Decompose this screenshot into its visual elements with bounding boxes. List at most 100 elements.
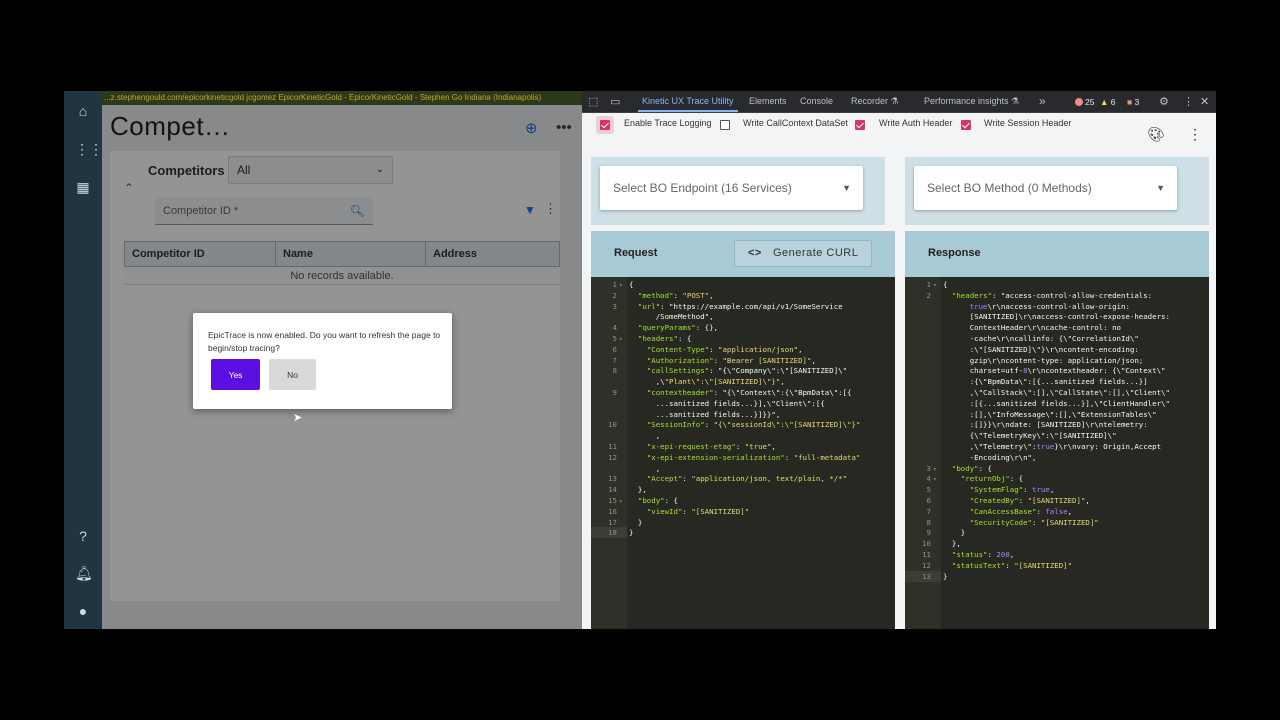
generate-curl-button[interactable]: <> Generate CURL [734,240,872,267]
error-counter[interactable]: 25 [1075,91,1094,113]
code-line: "body": { [951,463,992,473]
tab-performance-insights[interactable]: Performance insights ⚗ [924,91,1019,112]
tab-elements[interactable]: Elements [749,91,787,112]
write-auth-header-checkbox[interactable] [855,120,865,130]
code-line: ...sanitized fields...}]}}", [629,409,781,419]
method-select-box: Select BO Method (0 Methods) ▼ [905,157,1209,225]
code-line: /SomeMethod", [629,312,714,322]
code-line: { [943,280,948,289]
device-toolbar-icon[interactable]: ▭ [610,91,620,113]
code-line: -cache\r\ncallinfo: {\"CorrelationId\" [943,334,1139,343]
code-line: "SessionInfo": "{\"sessionId\":\"[SANITI… [646,420,861,430]
fold-arrow-icon[interactable]: ▾ [619,497,623,508]
fold-arrow-icon[interactable]: ▾ [619,335,623,346]
dashboard-icon[interactable]: ▦ [75,179,91,195]
help-icon[interactable]: ? [75,528,91,544]
close-icon[interactable]: ✕ [1200,91,1209,113]
bo-endpoint-select[interactable]: Select BO Endpoint (16 Services) ▼ [600,166,863,210]
inspect-icon[interactable]: ⬚ [588,91,598,113]
trace-options: Enable Trace Logging Write CallContext D… [582,113,1216,137]
code-line: "CreatedBy": "[SANITIZED]", [969,496,1090,505]
line-number: 7 [926,506,931,516]
palette-icon[interactable]: 🎨︎ [1147,126,1165,143]
line-number: 14 [608,485,617,495]
line-number: 10 [608,420,617,430]
tab-recorder[interactable]: Recorder ⚗ [851,91,899,112]
code-line: }, [943,539,961,549]
bo-method-value: Select BO Method (0 Methods) [927,181,1092,195]
issue-icon: ■ [1127,97,1133,107]
request-header: Request <> Generate CURL [591,231,895,277]
code-line: "Authorization": "Bearer [SANITIZED]", [646,355,816,365]
devtools-menu-icon[interactable]: ⋮ [1183,91,1194,113]
line-number: 6 [926,496,931,505]
line-number: 1 [926,280,931,289]
response-code-editor[interactable]: 1 ▾ 2 3 ▾ 4 ▾ 5 6 7 8 9 10 11 12 13 { "headers": "acces… [905,277,1209,629]
line-number: 2 [612,290,617,300]
panel-menu-icon[interactable]: ⋮ [1188,126,1202,143]
home-icon[interactable]: ⌂ [75,103,91,119]
code-line: :[]}}\r\ndate: [SANITIZED]\r\ntelemetry: [943,420,1148,430]
fold-arrow-icon[interactable]: ▾ [619,281,623,292]
code-line: "callSettings": "{\"Company\":\"[SANITIZ… [646,366,848,376]
yes-button[interactable]: Yes [211,359,260,390]
line-number: 10 [922,539,931,549]
line-number: 11 [922,550,931,559]
code-line: "status": 200, [951,550,1015,559]
tab-console[interactable]: Console [800,91,833,112]
line-number: 2 [926,290,931,300]
response-title: Response [928,247,981,259]
refresh-dialog: EpicTrace is now enabled. Do you want to… [193,313,452,409]
code-line: "Content-Type": "application/json", [646,344,803,354]
line-number: 11 [608,442,617,451]
write-callcontext-checkbox[interactable] [720,120,730,130]
code-line: ,\"CallStack\":[],\"CallState\":[],\"Cli… [943,388,1170,397]
code-line: "method": "POST", [637,290,714,300]
kinetic-app: ⌂ ⋮⋮ ▦ ? 🔔︎ ● ...z.stephengould.com/epic… [64,91,582,629]
warning-counter[interactable]: ▲ 6 [1100,91,1116,113]
generate-curl-label: Generate CURL [773,247,859,259]
code-line: charset=utf-8\r\ncontextheader: {\"Conte… [943,366,1166,376]
code-line: } [629,528,634,538]
line-number: 6 [612,344,617,354]
bo-method-select[interactable]: Select BO Method (0 Methods) ▼ [914,166,1177,210]
code-line: "headers": { [637,334,692,343]
settings-gear-icon[interactable]: ⚙ [1159,91,1169,113]
write-session-header-checkbox[interactable] [961,120,971,130]
fold-arrow-icon[interactable]: ▾ [933,281,937,292]
devtools-tabbar: ⬚ ▭ Kinetic UX Trace Utility Elements Co… [582,91,1216,113]
write-session-header-label: Write Session Header [984,118,1072,128]
more-tabs-button[interactable]: » [1039,91,1046,112]
fold-arrow-icon[interactable]: ▾ [933,465,937,476]
line-number: 16 [608,506,617,516]
bell-icon[interactable]: 🔔︎ [75,565,93,581]
fold-arrow-icon[interactable]: ▾ [933,475,937,486]
code-line: "returnObj": { [960,474,1024,484]
code-line: ,\"Plant\":\"[SANITIZED]\"}", [629,377,785,387]
line-number: 12 [608,452,617,462]
apps-icon[interactable]: ⋮⋮ [75,141,103,157]
enable-trace-checkbox[interactable] [600,120,610,130]
code-line: ...sanitized fields...}],\"Client\":[{ [629,398,825,408]
line-number: 1 [612,280,617,289]
code-line: true\r\naccess-control-allow-origin: [969,301,1130,311]
line-number: 13 [922,571,931,581]
issue-count: 3 [1134,97,1140,107]
code-line: {\"TelemetryKey\":\"[SANITIZED]\" [943,431,1117,441]
code-line: "CanAccessBase": false, [969,506,1073,516]
code-line: "viewId": "[SANITIZED]" [646,506,750,516]
issue-counter[interactable]: ■ 3 [1127,91,1139,113]
line-number: 5 [612,334,617,343]
no-button[interactable]: No [269,359,316,390]
line-number: 8 [926,517,931,527]
code-line: "statusText": "[SANITIZED]" [951,560,1073,570]
user-icon[interactable]: ● [75,603,91,619]
line-number: 4 [612,323,617,333]
request-code-editor[interactable]: 1 ▾ 2 3 4 5 ▾ 6 7 8 9 10 11 12 13 14 15 ▾ 16 17 18 { "method… [591,277,895,629]
screen-frame: ⌂ ⋮⋮ ▦ ? 🔔︎ ● ...z.stephengould.com/epic… [64,91,1216,629]
dropdown-arrow-icon: ▼ [1156,183,1165,193]
enable-trace-label: Enable Trace Logging [624,118,712,128]
line-number: 13 [608,474,617,484]
code-line: "headers": "access-control-allow-credent… [951,290,1153,300]
tab-trace-utility[interactable]: Kinetic UX Trace Utility [638,91,738,112]
